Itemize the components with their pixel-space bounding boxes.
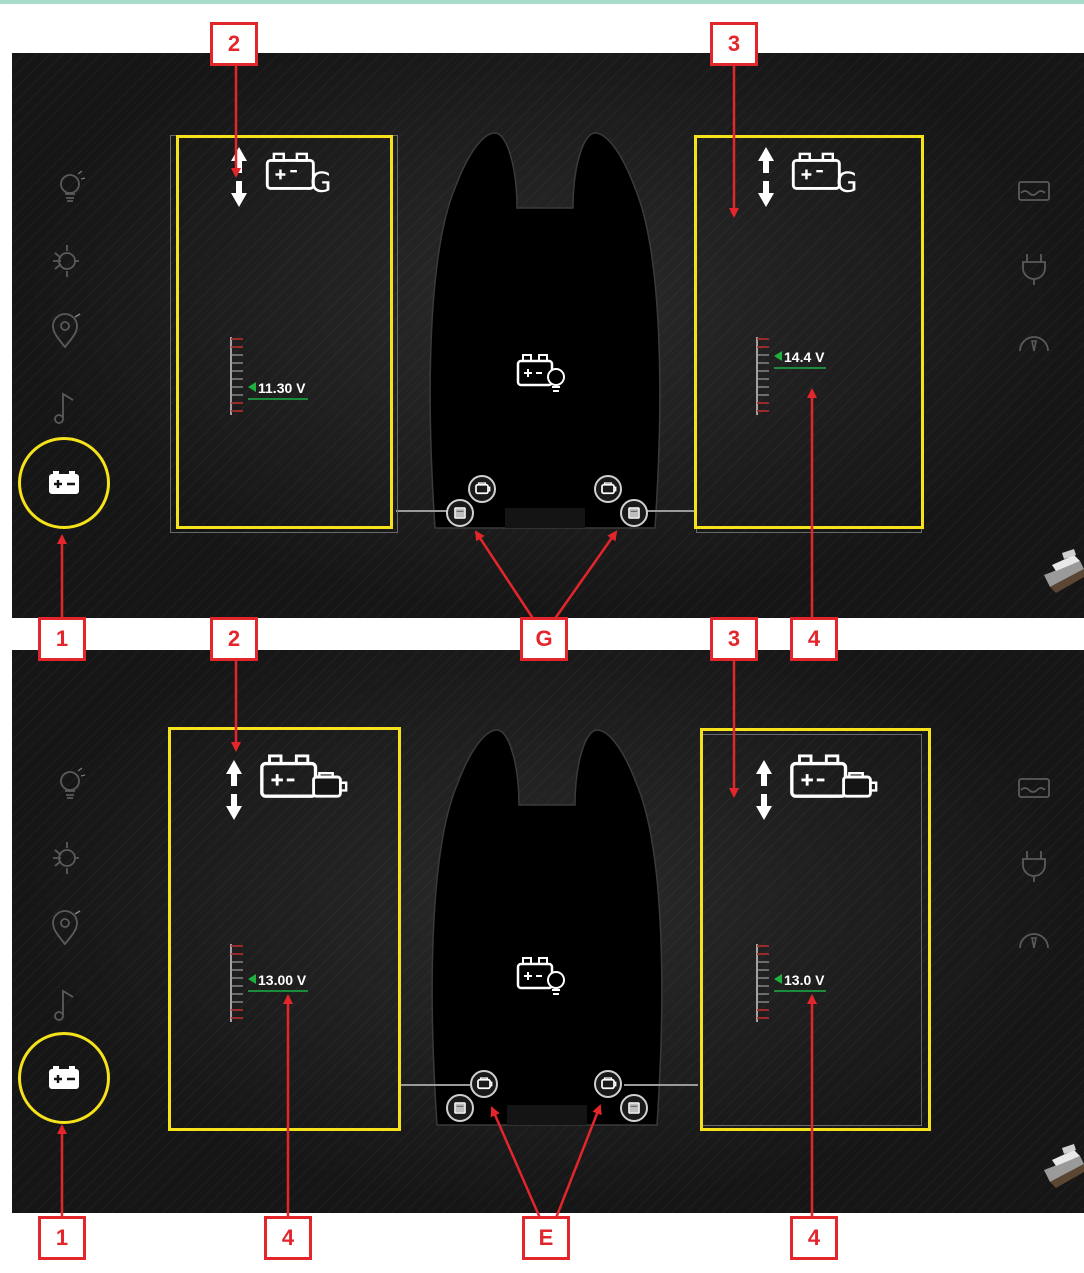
voltage-value: 14.4 V <box>784 349 825 365</box>
bottom-screenshot-panel: 13.00 V 13.0 V <box>12 650 1084 1213</box>
up-down-arrows-icon <box>754 145 778 209</box>
up-down-arrows-icon <box>227 145 251 209</box>
engine-badge-icon[interactable] <box>470 1070 498 1098</box>
generator-badge-icon[interactable] <box>446 1094 474 1122</box>
tank-icon[interactable] <box>1014 768 1054 808</box>
callout-label: E <box>522 1216 570 1260</box>
navigation-icon[interactable] <box>45 311 85 351</box>
generator-badge-icon[interactable] <box>620 499 648 527</box>
generator-badge-icon[interactable] <box>620 1094 648 1122</box>
lightbulb-icon[interactable] <box>50 168 90 208</box>
generator-badge-icon[interactable] <box>446 499 474 527</box>
battery-generator-icon <box>790 147 864 197</box>
top-screenshot-panel: 11.30 V 14.4 V <box>12 53 1084 618</box>
right-connector-line <box>624 1084 698 1086</box>
voltage-readout: 14.4 V <box>774 349 827 369</box>
engine-badge-icon[interactable] <box>594 1070 622 1098</box>
engine-badge-icon[interactable] <box>468 475 496 503</box>
voltage-scale <box>755 337 773 415</box>
gauge-icon[interactable] <box>1014 918 1054 958</box>
lightbulb-icon[interactable] <box>50 765 90 805</box>
climate-icon[interactable] <box>45 241 85 281</box>
boat-hull-diagram <box>416 725 678 1135</box>
battery-generator-icon <box>264 147 338 197</box>
up-down-arrows-icon <box>752 758 776 822</box>
battery-lighting-icon[interactable] <box>514 954 570 998</box>
battery-engine-icon <box>258 750 350 804</box>
yacht-thumbnail-icon[interactable] <box>1040 1130 1084 1190</box>
callout-label: 2 <box>210 22 258 66</box>
voltage-scale <box>229 944 247 1022</box>
voltage-scale <box>229 337 247 415</box>
voltage-readout: 13.0 V <box>774 972 827 992</box>
shore-power-icon[interactable] <box>1014 248 1054 288</box>
engine-badge-icon[interactable] <box>594 475 622 503</box>
voltage-value: 13.00 V <box>258 972 307 988</box>
callout-label: G <box>520 617 568 661</box>
left-connector-line <box>396 510 448 512</box>
boat-hull-diagram <box>414 128 676 538</box>
callout-label: 4 <box>790 617 838 661</box>
music-icon[interactable] <box>45 388 85 428</box>
callout-label: 4 <box>790 1216 838 1260</box>
battery-lighting-icon[interactable] <box>514 351 570 395</box>
voltage-value: 13.0 V <box>784 972 825 988</box>
callout-label: 4 <box>264 1216 312 1260</box>
callout-label: 2 <box>210 617 258 661</box>
tank-icon[interactable] <box>1014 171 1054 211</box>
battery-icon[interactable] <box>44 1058 84 1098</box>
battery-icon[interactable] <box>44 463 84 503</box>
music-icon[interactable] <box>45 985 85 1025</box>
voltage-value: 11.30 V <box>258 380 306 396</box>
yacht-thumbnail-icon[interactable] <box>1040 535 1084 595</box>
voltage-readout: 13.00 V <box>248 972 309 992</box>
callout-label: 1 <box>38 617 86 661</box>
shore-power-icon[interactable] <box>1014 845 1054 885</box>
up-down-arrows-icon <box>222 758 246 822</box>
battery-engine-icon <box>788 750 880 804</box>
navigation-icon[interactable] <box>45 908 85 948</box>
callout-label: 3 <box>710 22 758 66</box>
callout-label: 1 <box>38 1216 86 1260</box>
gauge-icon[interactable] <box>1014 321 1054 361</box>
climate-icon[interactable] <box>45 838 85 878</box>
voltage-scale <box>755 944 773 1022</box>
callout-label: 3 <box>710 617 758 661</box>
voltage-readout: 11.30 V <box>248 380 308 400</box>
left-connector-line <box>400 1084 470 1086</box>
top-accent-bar <box>0 0 1084 4</box>
